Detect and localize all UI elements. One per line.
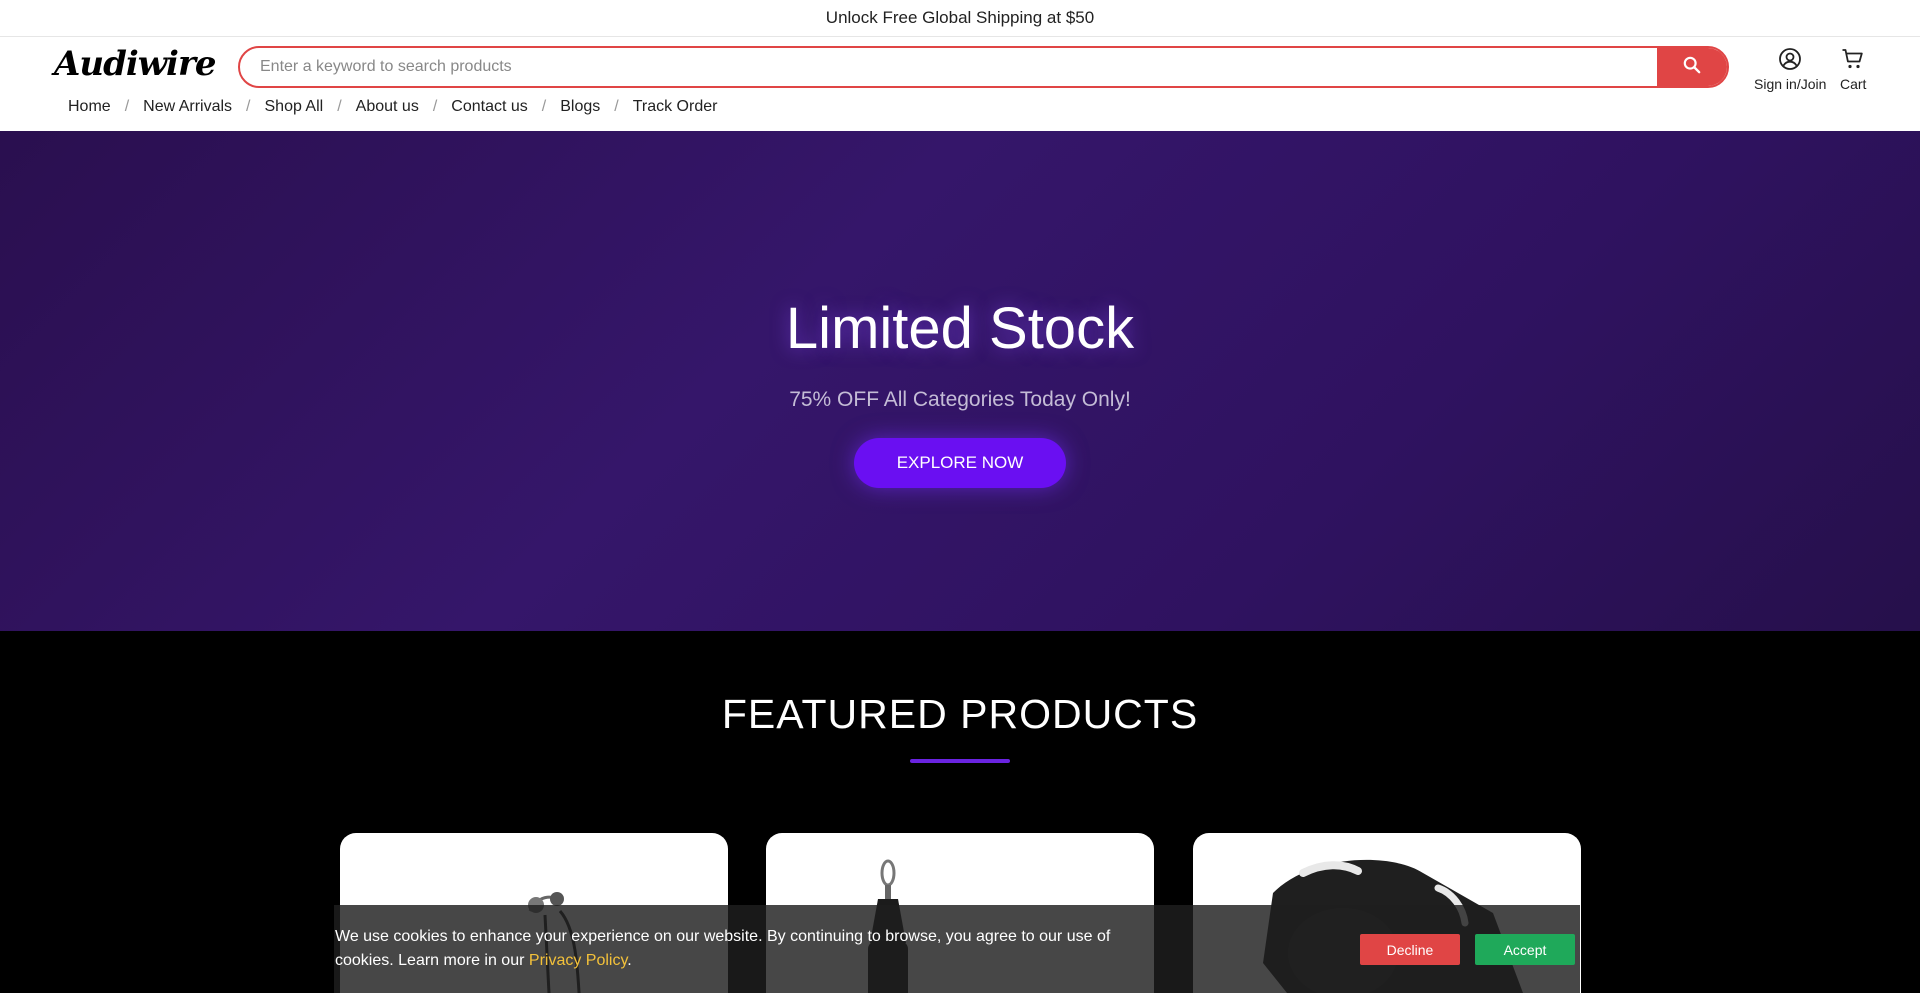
nav-item-track-order[interactable]: Track Order [633, 98, 718, 116]
nav-item-about-us[interactable]: About us [356, 98, 419, 116]
nav-separator: / [337, 98, 342, 115]
announcement-bar: Unlock Free Global Shipping at $50 [0, 0, 1920, 37]
nav-separator: / [246, 98, 251, 115]
main-nav: Home / New Arrivals / Shop All / About u… [68, 98, 717, 116]
hero-title: Limited Stock [785, 296, 1135, 361]
cart-icon [1841, 47, 1865, 74]
cookie-banner: We use cookies to enhance your experienc… [334, 905, 1580, 993]
nav-separator: / [541, 98, 547, 115]
nav-item-blogs[interactable]: Blogs [560, 98, 600, 116]
hero-subtitle: 75% OFF All Categories Today Only! [789, 388, 1131, 411]
user-circle-icon [1778, 47, 1802, 74]
site-logo[interactable]: Audiwire [54, 44, 217, 84]
search-button[interactable] [1657, 48, 1727, 86]
cart-label: Cart [1840, 76, 1867, 92]
site-header: Audiwire Sign in/Join Cart Home / New Ar… [0, 37, 1920, 131]
nav-item-shop-all[interactable]: Shop All [265, 98, 324, 116]
account-label: Sign in/Join [1754, 76, 1826, 92]
nav-item-home[interactable]: Home [68, 98, 111, 116]
explore-now-button[interactable]: EXPLORE NOW [854, 438, 1066, 488]
search-bar [238, 46, 1729, 88]
nav-item-new-arrivals[interactable]: New Arrivals [143, 98, 232, 116]
accept-cookies-button[interactable]: Accept [1475, 934, 1575, 965]
nav-item-contact-us[interactable]: Contact us [451, 98, 527, 116]
search-input[interactable] [240, 48, 1657, 86]
featured-title: FEATURED PRODUCTS [721, 691, 1199, 737]
cookie-period: . [627, 952, 632, 969]
nav-separator: / [614, 98, 619, 115]
nav-separator: / [124, 98, 130, 115]
cart-link[interactable]: Cart [1840, 47, 1866, 92]
announcement-text: Unlock Free Global Shipping at $50 [825, 8, 1095, 27]
account-link[interactable]: Sign in/Join [1754, 47, 1826, 92]
join-link[interactable]: Join [1801, 76, 1827, 92]
privacy-policy-link[interactable]: Privacy Policy [529, 952, 627, 969]
search-icon [1683, 56, 1701, 79]
title-underline [910, 759, 1010, 763]
cookie-text: We use cookies to enhance your experienc… [335, 928, 1111, 969]
signin-link[interactable]: Sign in [1754, 76, 1797, 92]
nav-separator: / [432, 98, 438, 115]
hero-banner: Limited Stock 75% OFF All Categories Tod… [0, 131, 1920, 631]
decline-cookies-button[interactable]: Decline [1360, 934, 1460, 965]
cookie-message: We use cookies to enhance your experienc… [335, 925, 1155, 973]
